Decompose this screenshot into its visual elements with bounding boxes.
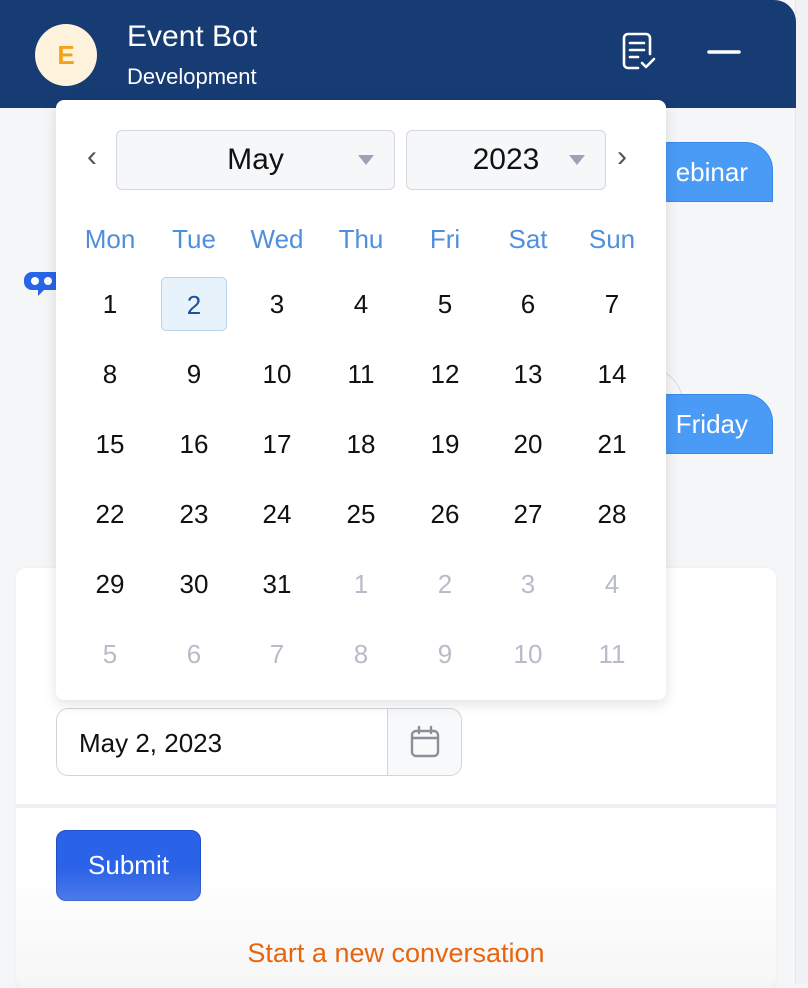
calendar-toggle-button[interactable] [387,709,461,775]
calendar-day-outside[interactable]: 8 [328,627,394,681]
calendar-day-outside[interactable]: 7 [244,627,310,681]
weekday-header: Wed [250,224,304,254]
calendar-day[interactable]: 14 [579,347,645,401]
calendar-day[interactable]: 7 [579,277,645,331]
weekday-header: Sat [508,224,548,254]
calendar-day-outside[interactable]: 11 [579,627,645,681]
weekday-header: Sun [588,224,636,254]
calendar-day[interactable]: 27 [495,487,561,541]
weekday-header: Thu [338,224,384,254]
next-month-button[interactable]: › [608,140,636,174]
calendar-day[interactable]: 4 [328,277,394,331]
calendar-day[interactable]: 18 [328,417,394,471]
start-new-conversation-link[interactable]: Start a new conversation [16,938,776,969]
calendar-day[interactable]: 25 [328,487,394,541]
month-select-value: May [227,143,284,176]
year-select[interactable]: 2023 [406,130,606,190]
date-input[interactable]: May 2, 2023 [56,708,462,776]
calendar-day-outside[interactable]: 9 [412,627,478,681]
calendar-day[interactable]: 9 [161,347,227,401]
window-edge [796,0,808,984]
calendar-day-outside[interactable]: 10 [495,627,561,681]
chat-header: E Event Bot Development [0,0,796,108]
submit-button[interactable]: Submit [56,830,201,901]
calendar-day-outside[interactable]: 2 [412,557,478,611]
calendar-day[interactable]: 23 [161,487,227,541]
calendar-day[interactable]: 28 [579,487,645,541]
transcript-icon[interactable] [620,30,660,72]
calendar-day[interactable]: 5 [412,277,478,331]
calendar-day-outside[interactable]: 3 [495,557,561,611]
minimize-icon[interactable] [706,36,746,66]
calendar-day[interactable]: 6 [495,277,561,331]
calendar-day[interactable]: 21 [579,417,645,471]
calendar-day-outside[interactable]: 6 [161,627,227,681]
month-select[interactable]: May [116,130,395,190]
calendar-day[interactable]: 3 [244,277,310,331]
calendar-day[interactable]: 19 [412,417,478,471]
calendar-day[interactable]: 22 [77,487,143,541]
calendar-day[interactable]: 11 [328,347,394,401]
calendar-day[interactable]: 30 [161,557,227,611]
chevron-down-icon [358,155,374,165]
calendar-day[interactable]: 26 [412,487,478,541]
calendar-day[interactable]: 1 [77,277,143,331]
calendar-day[interactable]: 17 [244,417,310,471]
calendar-day[interactable]: 13 [495,347,561,401]
bot-title: Event Bot [127,20,258,53]
date-input-value[interactable]: May 2, 2023 [79,728,222,759]
calendar-day[interactable]: 20 [495,417,561,471]
weekday-header: Tue [172,224,216,254]
calendar-day[interactable]: 15 [77,417,143,471]
calendar-day[interactable]: 31 [244,557,310,611]
calendar-day[interactable]: 16 [161,417,227,471]
calendar-day-outside[interactable]: 5 [77,627,143,681]
calendar-day-selected[interactable]: 2 [161,277,227,331]
calendar-day[interactable]: 29 [77,557,143,611]
calendar-day[interactable]: 8 [77,347,143,401]
calendar-day[interactable]: 24 [244,487,310,541]
prev-month-button[interactable]: ‹ [78,140,106,174]
bot-subtitle: Development [127,64,257,89]
calendar-icon [410,725,439,758]
bot-avatar: E [35,24,97,86]
chat-window: E Event Bot Development ebinar Friday Ma… [0,0,796,988]
weekday-header: Fri [429,224,461,254]
calendar-day[interactable]: 12 [412,347,478,401]
calendar-day-outside[interactable]: 1 [328,557,394,611]
datepicker-popup: ‹ May 2023 › Mon Tue Wed Thu Fri Sat Sun 1 2 3 4 5 6… [56,100,666,700]
weekday-header: Mon [84,224,136,254]
calendar-day[interactable]: 10 [244,347,310,401]
chevron-down-icon [569,155,585,165]
calendar-day-outside[interactable]: 4 [579,557,645,611]
form-divider [16,804,776,808]
